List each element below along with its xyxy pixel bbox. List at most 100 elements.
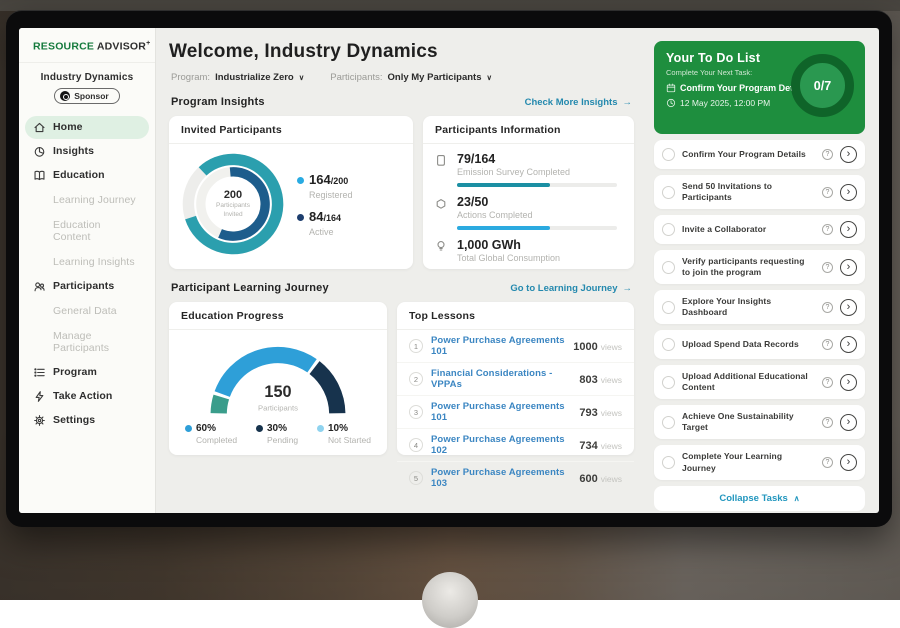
logo-plus: + [146,40,150,47]
info-icon[interactable]: ? [822,377,833,388]
sidebar-menu: Home Insights Education Learning Journey… [19,113,155,435]
task-row[interactable]: Complete Your Learning Journey ? › [654,445,865,479]
lesson-row: 5 Power Purchase Agreements 103 600views [397,462,634,494]
sidebar-item-take-action[interactable]: Take Action [25,385,149,408]
legend-dot [256,425,263,432]
lesson-link[interactable]: Power Purchase Agreements 101 [431,335,565,357]
sidebar-item-insights[interactable]: Insights [25,140,149,163]
sidebar-item-settings[interactable]: Settings [25,409,149,432]
list-icon [33,366,46,379]
calendar-icon [666,83,676,93]
task-checkbox[interactable] [662,148,675,161]
dashboard-screen: RESOURCE ADVISOR+ Industry Dynamics Spon… [19,28,879,513]
education-progress-gauge: 150 Participants 60% Completed 30% Pendi… [169,330,387,445]
chevron-right-icon[interactable]: › [840,336,857,353]
logo-secondary: ADVISOR [97,41,146,53]
stat-actions-completed: 23/50 Actions Completed [435,195,622,238]
task-checkbox[interactable] [662,376,675,389]
sidebar-item-home[interactable]: Home [25,116,149,139]
legend-dot [317,425,324,432]
info-icon[interactable]: ? [822,457,833,468]
sidebar-item-participants[interactable]: Participants [25,275,149,298]
task-checkbox[interactable] [662,223,675,236]
card-title: Participants Information [423,116,634,144]
sidebar-item-manage-participants[interactable]: Manage Participants [25,324,149,360]
info-icon[interactable]: ? [822,149,833,160]
sidebar-item-education[interactable]: Education [25,164,149,187]
task-row[interactable]: Send 50 Invitations to Participants ? › [654,175,865,209]
task-row[interactable]: Confirm Your Program Details ? › [654,140,865,169]
book-icon [33,169,46,182]
sponsor-badge[interactable]: Sponsor [54,88,119,104]
chevron-right-icon[interactable]: › [840,221,857,238]
gauge-center-label: Participants [258,404,298,413]
chevron-right-icon[interactable]: › [840,414,857,431]
legend-dot [297,214,304,221]
stat-emission-survey: 79/164 Emission Survey Completed [435,152,622,195]
sidebar-item-learning-journey[interactable]: Learning Journey [25,188,149,212]
todo-column: Your To Do List Complete Your Next Task:… [654,41,865,513]
info-icon[interactable]: ? [822,224,833,235]
gear-icon [33,414,46,427]
chevron-right-icon[interactable]: › [840,454,857,471]
participants-filter-label: Participants: [330,72,382,83]
insights-icon [33,145,46,158]
page-title: Welcome, Industry Dynamics [169,41,634,63]
task-row[interactable]: Verify participants requesting to join t… [654,250,865,284]
home-icon [33,121,46,134]
program-filter[interactable]: Program: Industrialize Zero ∨ [171,72,304,83]
task-row[interactable]: Explore Your Insights Dashboard ? › [654,290,865,324]
lesson-row: 2 Financial Considerations - VPPAs 803vi… [397,363,634,396]
info-icon[interactable]: ? [822,262,833,273]
info-icon[interactable]: ? [822,187,833,198]
task-row[interactable]: Upload Additional Educational Content ? … [654,365,865,399]
task-row[interactable]: Achieve One Sustainability Target ? › [654,405,865,439]
collapse-tasks-link[interactable]: Collapse Tasks∧ [654,486,865,511]
participants-filter[interactable]: Participants: Only My Participants ∨ [330,72,492,83]
learning-cards-row: Education Progress 150 Participants 60% … [169,302,634,455]
task-checkbox[interactable] [662,186,675,199]
donut-legend: 164/200 Registered 84/164 Active [297,163,353,245]
lesson-link[interactable]: Financial Considerations - VPPAs [431,368,571,390]
sponsor-icon [60,91,70,101]
sidebar-item-learning-insights[interactable]: Learning Insights [25,250,149,274]
progress-bar [457,226,617,230]
lesson-link[interactable]: Power Purchase Agreements 103 [431,467,571,489]
task-checkbox[interactable] [662,261,675,274]
app-logo: RESOURCE ADVISOR+ [19,28,155,63]
chevron-right-icon[interactable]: › [840,374,857,391]
sidebar-item-program[interactable]: Program [25,361,149,384]
legend-pending: 30% Pending [256,423,298,445]
chevron-right-icon[interactable]: › [840,299,857,316]
info-icon[interactable]: ? [822,417,833,428]
task-row[interactable]: Upload Spend Data Records ? › [654,330,865,359]
org-name: Industry Dynamics [19,72,155,83]
lesson-link[interactable]: Power Purchase Agreements 101 [431,401,571,423]
card-title: Education Progress [169,302,387,330]
info-icon[interactable]: ? [822,339,833,350]
participants-filter-value: Only My Participants [388,72,482,83]
task-checkbox[interactable] [662,456,675,469]
info-icon[interactable]: ? [822,302,833,313]
bulb-icon [435,238,449,263]
sidebar-item-general-data[interactable]: General Data [25,299,149,323]
sponsor-label: Sponsor [74,91,108,101]
chevron-right-icon[interactable]: › [840,259,857,276]
chevron-right-icon[interactable]: › [840,184,857,201]
task-checkbox[interactable] [662,338,675,351]
chevron-right-icon[interactable]: › [840,146,857,163]
top-lessons-card: Top Lessons 1 Power Purchase Agreements … [397,302,634,455]
sidebar-item-education-content[interactable]: Education Content [25,213,149,249]
go-to-learning-journey-link[interactable]: Go to Learning Journey→ [510,283,632,294]
check-more-insights-link[interactable]: Check More Insights→ [525,97,632,108]
task-checkbox[interactable] [662,301,675,314]
program-filter-value: Industrialize Zero [215,72,294,83]
lesson-link[interactable]: Power Purchase Agreements 102 [431,434,571,456]
todo-progress-ring: 0/7 [791,54,854,117]
task-checkbox[interactable] [662,416,675,429]
insights-cards-row: Invited Participants 200 Participants In… [169,116,634,269]
gauge-legend: 60% Completed 30% Pending 10% Not Starte… [177,423,379,445]
task-row[interactable]: Invite a Collaborator ? › [654,215,865,244]
monitor-bezel: RESOURCE ADVISOR+ Industry Dynamics Spon… [6,10,892,527]
legend-completed: 60% Completed [185,423,237,445]
